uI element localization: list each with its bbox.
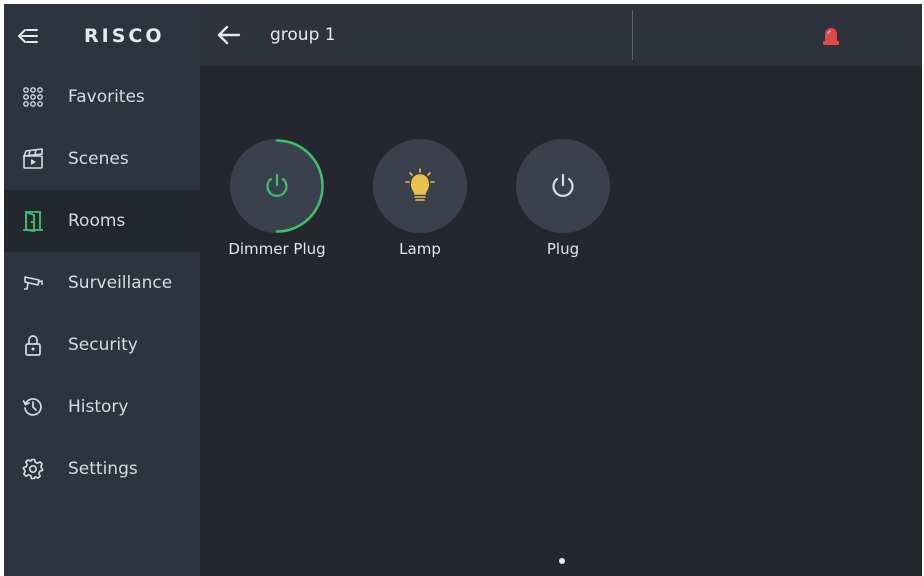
- power-icon: [552, 173, 574, 197]
- door-icon: [21, 209, 45, 233]
- device-toggle-plug[interactable]: [516, 139, 610, 233]
- sidebar-item-scenes[interactable]: Scenes: [4, 128, 200, 190]
- sidebar: RISCO Favorites Scenes Rooms Surveillanc…: [4, 4, 200, 576]
- device-tile-lamp: Lamp: [360, 139, 480, 263]
- sidebar-item-label: Scenes: [68, 149, 129, 169]
- grid-dots-icon: [21, 85, 45, 109]
- arrow-left-icon: [217, 25, 241, 45]
- sidebar-header: RISCO: [4, 4, 200, 66]
- camera-icon: [21, 271, 45, 295]
- sidebar-item-label: Rooms: [68, 211, 126, 231]
- sidebar-item-label: Surveillance: [68, 273, 173, 293]
- clapperboard-icon: [21, 147, 45, 171]
- collapse-menu-button[interactable]: [12, 20, 44, 52]
- device-tile-plug: Plug: [503, 139, 623, 263]
- sidebar-item-label: Settings: [68, 459, 138, 479]
- sidebar-item-label: Favorites: [68, 87, 145, 107]
- lock-icon: [21, 333, 45, 357]
- app-window: RISCO Favorites Scenes Rooms Surveillanc…: [4, 4, 922, 576]
- sidebar-item-rooms[interactable]: Rooms: [4, 190, 200, 252]
- device-toggle-lamp[interactable]: [373, 139, 467, 233]
- page-title: group 1: [270, 25, 336, 45]
- device-label: Plug: [546, 240, 580, 258]
- page-indicator-dot[interactable]: [559, 558, 565, 564]
- sidebar-item-favorites[interactable]: Favorites: [4, 66, 200, 128]
- history-clock-icon: [21, 395, 45, 419]
- sidebar-item-label: History: [68, 397, 129, 417]
- dimmer-level-ring: [275, 139, 324, 233]
- top-bar: group 1: [200, 4, 922, 66]
- device-toggle-dimmer-plug[interactable]: [230, 139, 324, 233]
- lightbulb-icon: [405, 168, 435, 201]
- device-label: Lamp: [399, 240, 441, 258]
- menu-collapse-icon: [18, 29, 38, 43]
- siren-icon: [823, 28, 839, 45]
- gear-icon: [21, 457, 45, 481]
- brand-logo: RISCO: [84, 25, 165, 47]
- sidebar-item-security[interactable]: Security: [4, 314, 200, 376]
- sidebar-item-settings[interactable]: Settings: [4, 438, 200, 500]
- sidebar-item-surveillance[interactable]: Surveillance: [4, 252, 200, 314]
- back-button[interactable]: [212, 18, 246, 52]
- device-tile-dimmer-plug: Dimmer Plug: [217, 139, 337, 263]
- sidebar-item-label: Security: [68, 335, 138, 355]
- device-label: Dimmer Plug: [228, 240, 326, 258]
- device-grid: Dimmer Plug Lamp Plug: [200, 66, 922, 576]
- sidebar-item-history[interactable]: History: [4, 376, 200, 438]
- divider: [632, 10, 633, 60]
- alarm-button[interactable]: [816, 21, 846, 51]
